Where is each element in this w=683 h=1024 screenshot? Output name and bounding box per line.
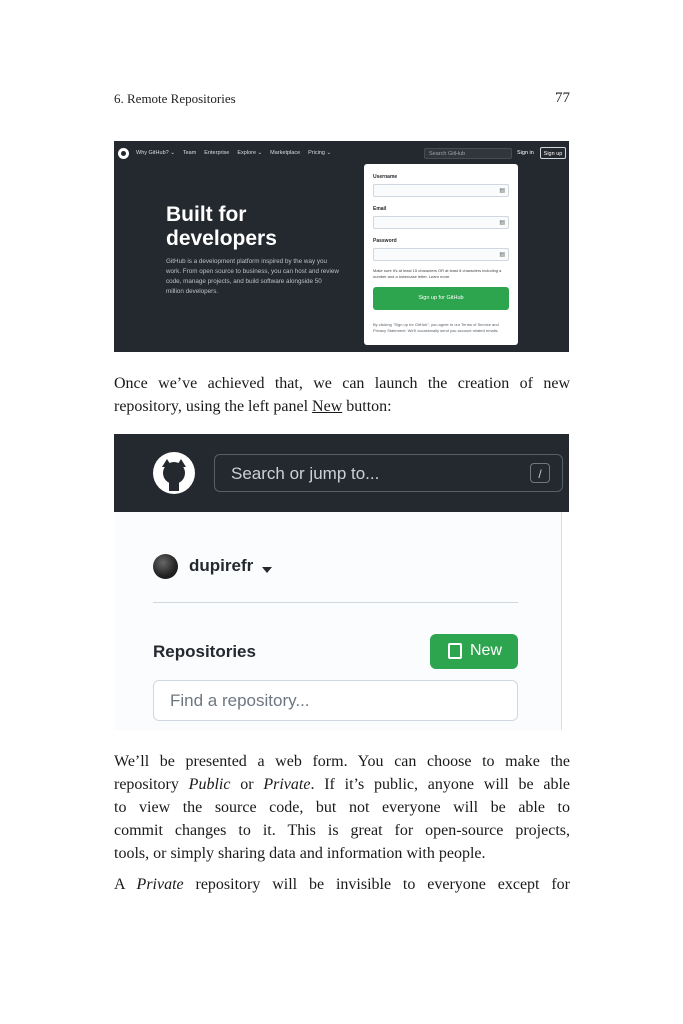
nav-enterprise[interactable]: Enterprise	[204, 150, 229, 156]
github-logo-icon[interactable]	[153, 452, 195, 494]
text-run: . If it’s public, anyone will be able	[310, 776, 571, 793]
text-run: A	[114, 876, 137, 893]
avatar[interactable]	[153, 554, 178, 579]
slash-shortcut-icon: /	[530, 463, 550, 483]
github-logo-icon	[118, 148, 129, 159]
text-run: or	[230, 776, 264, 793]
chapter-title: 6. Remote Repositories	[114, 91, 236, 106]
autofill-icon: ▤	[499, 220, 505, 226]
caret-down-icon[interactable]	[262, 567, 272, 573]
repo-icon	[448, 643, 462, 659]
find-repository-placeholder: Find a repository...	[170, 691, 310, 710]
text-line: tools, or simply sharing data and inform…	[114, 845, 486, 862]
text-emphasis: Private	[136, 876, 184, 893]
search-placeholder: Search or jump to...	[231, 464, 380, 483]
github-repositories-screenshot: Search or jump to... / dupirefr Reposito…	[114, 434, 569, 730]
nav-pricing[interactable]: Pricing ⌄	[308, 150, 331, 156]
text-line: repository Public or Private. If it’s pu…	[114, 773, 570, 796]
password-field[interactable]: ▤	[373, 248, 509, 261]
signup-form: Username ▤ Email ▤ Password ▤ Make sure …	[364, 164, 518, 345]
signin-link[interactable]: Sign in	[517, 150, 534, 156]
nav-marketplace[interactable]: Marketplace	[270, 150, 300, 156]
terms-note: By clicking "Sign up for GitHub", you ag…	[373, 322, 499, 333]
text-line: Once we’ve achieved that, we can launch …	[114, 375, 570, 392]
divider	[153, 602, 518, 603]
repositories-heading: Repositories	[153, 642, 256, 661]
nav-explore[interactable]: Explore ⌄	[237, 150, 262, 156]
top-bar: Search or jump to... /	[114, 434, 569, 512]
text-run: button:	[342, 398, 392, 415]
text-run: repository	[114, 776, 189, 793]
text-run: repository, using the left panel	[114, 398, 313, 415]
search-input[interactable]: Search or jump to... /	[214, 454, 563, 492]
text-line: repository, using the left panel New but…	[114, 395, 570, 418]
hero-subtitle: GitHub is a development platform inspire…	[166, 258, 339, 295]
new-button-label: New	[470, 642, 503, 659]
new-button-reference: New	[312, 398, 343, 415]
text-emphasis: Private	[263, 776, 311, 793]
page-header: 6. Remote Repositories 77	[114, 90, 570, 110]
text-line: to view the source code, but not everyon…	[114, 799, 570, 816]
find-repository-input[interactable]: Find a repository...	[153, 680, 518, 721]
paragraph-intro: Once we’ve achieved that, we can launch …	[114, 372, 570, 418]
paragraph-private: A Private repository will be invisible t…	[114, 873, 570, 896]
signup-for-github-button[interactable]: Sign up for GitHub	[373, 287, 509, 310]
email-label: Email	[373, 206, 387, 212]
text-emphasis: Public	[188, 776, 231, 793]
github-signup-screenshot: Why GitHub? ⌄ Team Enterprise Explore ⌄ …	[114, 141, 569, 352]
top-nav: Why GitHub? ⌄ Team Enterprise Explore ⌄ …	[136, 150, 331, 156]
text-line: commit changes to it. This is great for …	[114, 822, 570, 839]
text-line: We’ll be presented a web form. You can c…	[114, 753, 570, 770]
text-run: repository will be invisible to everyone…	[183, 876, 571, 893]
nav-why-github[interactable]: Why GitHub? ⌄	[136, 150, 175, 156]
username-label: Username	[373, 174, 398, 180]
autofill-icon: ▤	[499, 188, 505, 194]
account-switcher[interactable]: dupirefr	[189, 556, 253, 576]
nav-team[interactable]: Team	[183, 150, 196, 156]
email-field[interactable]: ▤	[373, 216, 509, 229]
page-number: 77	[555, 90, 570, 106]
signup-button[interactable]: Sign up	[540, 147, 566, 159]
username-field[interactable]: ▤	[373, 184, 509, 197]
paragraph-visibility: We’ll be presented a web form. You can c…	[114, 750, 570, 865]
left-panel: dupirefr Repositories New Find a reposit…	[114, 512, 562, 730]
new-repository-button[interactable]: New	[430, 634, 518, 669]
hero-title: Built for developers	[166, 203, 277, 250]
text-line: A Private repository will be invisible t…	[114, 873, 570, 896]
password-note: Make sure it's at least 15 characters OR…	[373, 268, 502, 279]
search-input[interactable]: Search GitHub	[424, 148, 512, 159]
autofill-icon: ▤	[499, 252, 505, 258]
password-label: Password	[373, 238, 397, 244]
